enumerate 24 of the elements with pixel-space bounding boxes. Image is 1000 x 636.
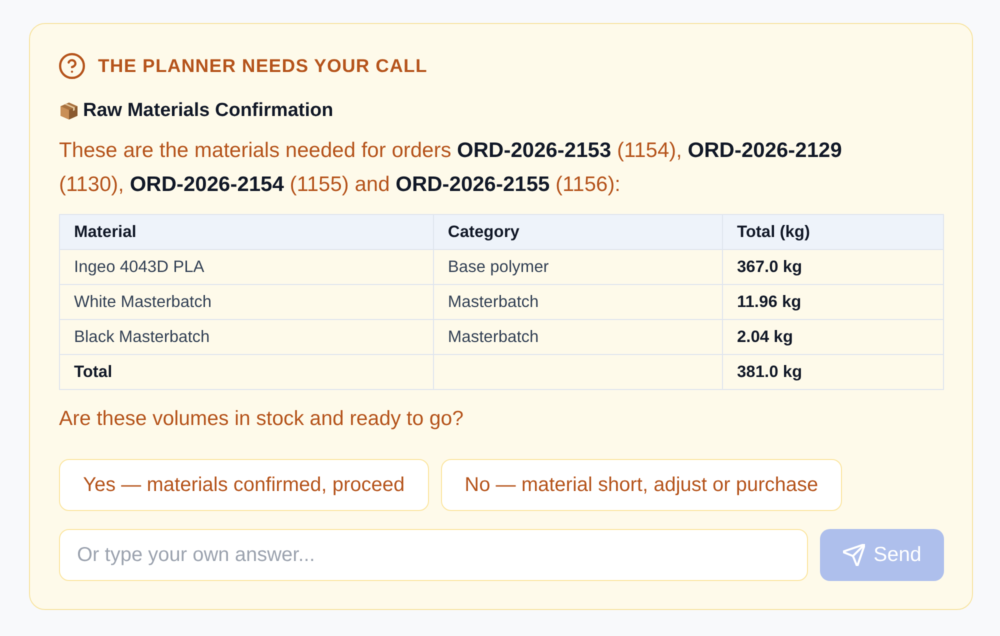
intro-text: These are the materials needed for orders ORD-2026-2153 (1154), ORD-2026-2129 (1130), ORD-2026-2154 (1155) and ORD-2026-2155 (1156):: [59, 138, 843, 198]
column-header: Category: [433, 214, 722, 250]
answer-option-button[interactable]: Yes — materials confirmed, proceed: [59, 459, 429, 511]
answer-input[interactable]: Or type your own answer...: [59, 529, 808, 581]
table-cell: Ingeo 4043D PLA: [60, 250, 434, 284]
card-title: Raw Materials Confirmation: [83, 100, 334, 122]
table-cell: 381.0 kg: [722, 354, 944, 390]
answer-option-button[interactable]: No — material short, adjust or purchase: [440, 459, 842, 511]
table-cell: Total: [60, 354, 434, 390]
table-cell: 11.96 kg: [722, 284, 944, 320]
send-icon: [842, 544, 865, 566]
table-cell: Masterbatch: [433, 284, 722, 320]
table-cell: Black Masterbatch: [60, 320, 434, 354]
column-header: Material: [60, 214, 434, 250]
table-cell: Base polymer: [433, 250, 722, 284]
help-icon: [59, 53, 85, 79]
column-header: Total (kg): [722, 214, 944, 250]
question-text: Are these volumes in stock and ready to go?: [59, 406, 465, 432]
table-cell: White Masterbatch: [60, 284, 434, 320]
package-icon: [59, 101, 79, 121]
card-heading: THE PLANNER NEEDS YOUR CALL: [98, 55, 428, 77]
table-cell: 367.0 kg: [722, 250, 944, 284]
table-cell: Masterbatch: [433, 320, 722, 354]
table-cell: 2.04 kg: [722, 320, 944, 354]
